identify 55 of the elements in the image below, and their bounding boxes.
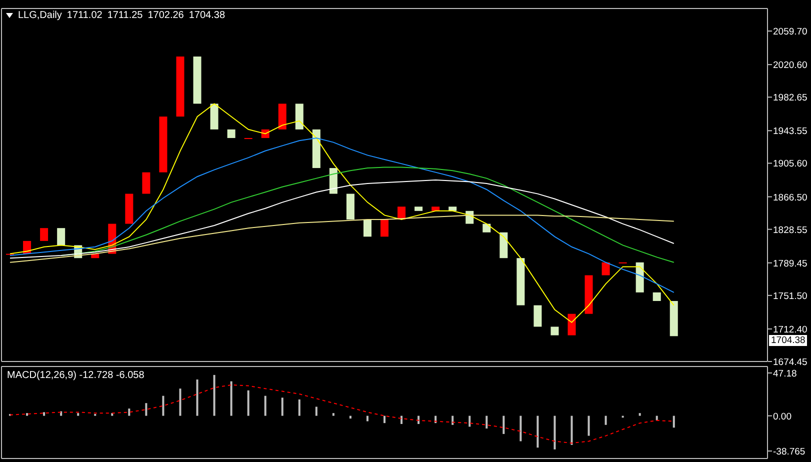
candle: [57, 228, 66, 246]
candle: [210, 104, 218, 130]
candle: [159, 116, 168, 172]
y-tick-label: 2020.60: [773, 60, 808, 72]
price-value: 1711.25: [107, 10, 143, 21]
candle: [534, 305, 542, 327]
candle: [398, 206, 406, 220]
candle: [40, 228, 48, 241]
y-tick-label: 1712.40: [773, 324, 808, 336]
y-tick-label: 47.18: [773, 368, 797, 380]
candle: [482, 224, 491, 232]
y-tick-label: 1866.50: [773, 192, 808, 204]
chart-symbol: LLG,Daily: [18, 10, 62, 21]
y-tick-label: 1751.50: [773, 290, 808, 302]
candle: [568, 314, 576, 336]
candle: [584, 275, 593, 314]
dropdown-triangle-icon[interactable]: [6, 13, 13, 18]
candle: [278, 104, 286, 130]
candle: [448, 206, 457, 211]
candle: [142, 172, 150, 194]
candle: [550, 326, 559, 336]
indicator-label: MACD(12,26,9) -12.728 -6.058: [7, 370, 144, 381]
candle: [312, 129, 320, 168]
y-tick-label: -38.765: [773, 446, 806, 458]
candle: [125, 194, 134, 224]
candle: [516, 258, 525, 306]
candle: [363, 220, 372, 237]
candle: [193, 56, 202, 104]
candle: [295, 104, 304, 130]
y-tick-label: 0.00: [773, 411, 792, 422]
y-tick-label: 1982.65: [773, 92, 808, 104]
y-tick-label: 2059.70: [773, 26, 808, 38]
candle: [380, 220, 388, 237]
candle: [91, 254, 100, 258]
candle: [227, 129, 236, 138]
candle: [23, 240, 32, 254]
candle: [432, 206, 440, 211]
y-tick-label: 1828.55: [773, 224, 808, 236]
candle: [636, 262, 644, 292]
candle: [602, 262, 610, 276]
y-tick-label: 1789.45: [773, 258, 808, 270]
current-price-label: 1704.38: [769, 334, 808, 346]
candle: [329, 168, 338, 194]
y-tick-label: 1943.55: [773, 126, 808, 138]
candle: [500, 232, 508, 258]
price-value: 1711.02: [66, 10, 102, 21]
candle: [176, 56, 184, 117]
price-value: 1702.26: [148, 10, 184, 21]
price-value: 1704.38: [188, 10, 226, 21]
candle: [652, 292, 661, 301]
candle: [670, 300, 678, 336]
candle: [414, 206, 423, 211]
y-tick-label: 1905.60: [773, 158, 808, 170]
y-tick-label: 1674.45: [773, 357, 808, 366]
candle: [346, 194, 354, 220]
